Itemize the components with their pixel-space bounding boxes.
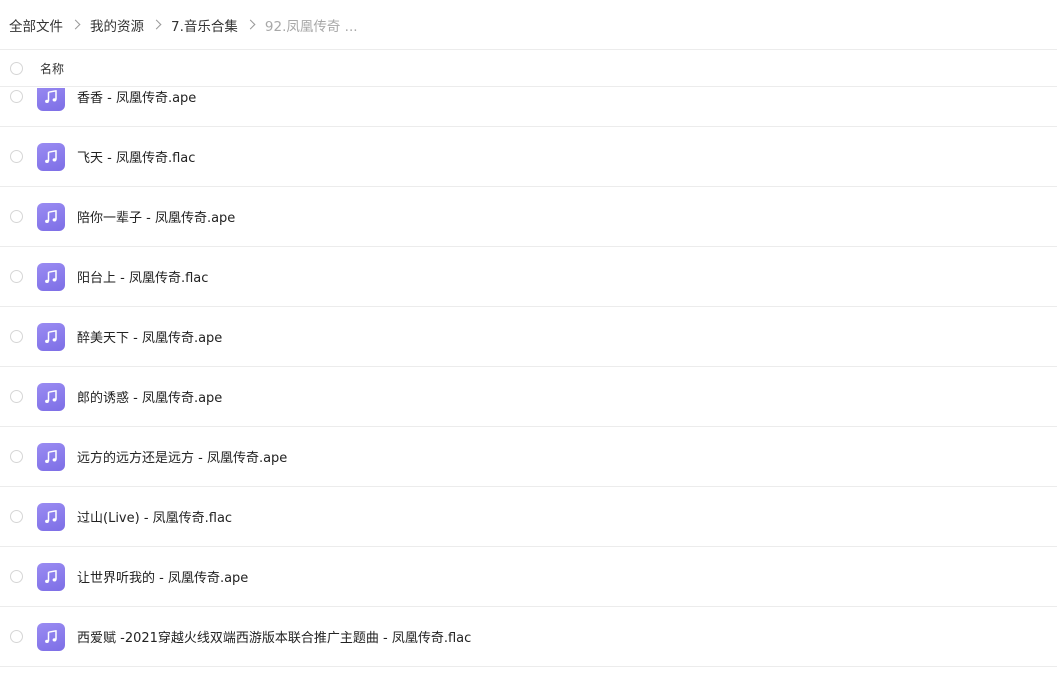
music-note-icon [45, 569, 57, 583]
music-file-icon [37, 142, 65, 171]
file-name[interactable]: 过山(Live) - 凤凰传奇.flac [77, 507, 232, 526]
breadcrumb-item-my-resources[interactable]: 我的资源 [90, 15, 144, 35]
chevron-right-icon [245, 19, 256, 30]
music-file-icon [37, 502, 65, 531]
select-all-checkbox[interactable] [10, 62, 23, 75]
file-row[interactable]: 香香 - 凤凰传奇.ape [0, 88, 1057, 127]
breadcrumb-current-folder: 92.凤凰传奇 ... [264, 18, 358, 35]
file-row[interactable]: 阳台上 - 凤凰传奇.flac [0, 247, 1057, 307]
file-name[interactable]: 阳台上 - 凤凰传奇.flac [77, 267, 208, 286]
file-row[interactable]: 让世界听我的 - 凤凰传奇.ape [0, 547, 1057, 607]
row-select-checkbox[interactable] [10, 330, 23, 343]
file-name[interactable]: 郎的诱惑 - 凤凰传奇.ape [77, 387, 222, 406]
row-select-checkbox[interactable] [10, 210, 23, 223]
row-select-checkbox[interactable] [10, 390, 23, 403]
row-select-checkbox[interactable] [10, 630, 23, 643]
music-note-icon [45, 629, 57, 643]
row-select-checkbox[interactable] [10, 510, 23, 523]
file-name[interactable]: 陪你一辈子 - 凤凰传奇.ape [77, 207, 235, 226]
music-note-icon [45, 449, 57, 463]
music-file-icon [37, 88, 65, 111]
music-file-icon [37, 562, 65, 591]
file-name[interactable]: 让世界听我的 - 凤凰传奇.ape [77, 567, 248, 586]
music-file-icon [37, 202, 65, 231]
music-file-icon [37, 382, 65, 411]
file-row[interactable]: 陪你一辈子 - 凤凰传奇.ape [0, 187, 1057, 247]
music-note-icon [45, 209, 57, 223]
file-row[interactable]: 郎的诱惑 - 凤凰传奇.ape [0, 367, 1057, 427]
file-name[interactable]: 香香 - 凤凰传奇.ape [77, 88, 196, 106]
file-row[interactable]: 西爱赋 -2021穿越火线双端西游版本联合推广主题曲 - 凤凰传奇.flac [0, 607, 1057, 667]
file-name[interactable]: 西爱赋 -2021穿越火线双端西游版本联合推广主题曲 - 凤凰传奇.flac [77, 627, 471, 646]
music-file-icon [37, 442, 65, 471]
list-header: 名称 [0, 51, 1057, 87]
file-name[interactable]: 飞天 - 凤凰传奇.flac [77, 147, 195, 166]
chevron-right-icon [70, 19, 81, 30]
column-header-name[interactable]: 名称 [40, 60, 64, 77]
file-row[interactable]: 过山(Live) - 凤凰传奇.flac [0, 487, 1057, 547]
music-note-icon [45, 149, 57, 163]
file-list-content: 香香 - 凤凰传奇.ape 飞天 - 凤凰传奇.flac 陪你一辈子 - 凤凰传… [0, 88, 1057, 667]
music-note-icon [45, 89, 57, 103]
file-browser: 全部文件 我的资源 7.音乐合集 92.凤凰传奇 ... 名称 香香 - 凤凰传… [0, 0, 1057, 677]
file-name[interactable]: 远方的远方还是远方 - 凤凰传奇.ape [77, 447, 287, 466]
music-note-icon [45, 269, 57, 283]
file-row[interactable]: 远方的远方还是远方 - 凤凰传奇.ape [0, 427, 1057, 487]
breadcrumb: 全部文件 我的资源 7.音乐合集 92.凤凰传奇 ... [0, 0, 1057, 50]
breadcrumb-item-music-collection[interactable]: 7.音乐合集 [171, 15, 238, 35]
file-row[interactable]: 飞天 - 凤凰传奇.flac [0, 127, 1057, 187]
file-list[interactable]: 香香 - 凤凰传奇.ape 飞天 - 凤凰传奇.flac 陪你一辈子 - 凤凰传… [0, 88, 1057, 677]
row-select-checkbox[interactable] [10, 570, 23, 583]
file-name[interactable]: 醉美天下 - 凤凰传奇.ape [77, 327, 222, 346]
row-select-checkbox[interactable] [10, 150, 23, 163]
music-file-icon [37, 262, 65, 291]
row-select-checkbox[interactable] [10, 450, 23, 463]
chevron-right-icon [151, 19, 162, 30]
music-note-icon [45, 389, 57, 403]
row-select-checkbox[interactable] [10, 90, 23, 103]
music-file-icon [37, 622, 65, 651]
music-file-icon [37, 322, 65, 351]
music-note-icon [45, 329, 57, 343]
breadcrumb-item-all-files[interactable]: 全部文件 [9, 15, 63, 35]
row-select-checkbox[interactable] [10, 270, 23, 283]
file-row[interactable]: 醉美天下 - 凤凰传奇.ape [0, 307, 1057, 367]
music-note-icon [45, 509, 57, 523]
